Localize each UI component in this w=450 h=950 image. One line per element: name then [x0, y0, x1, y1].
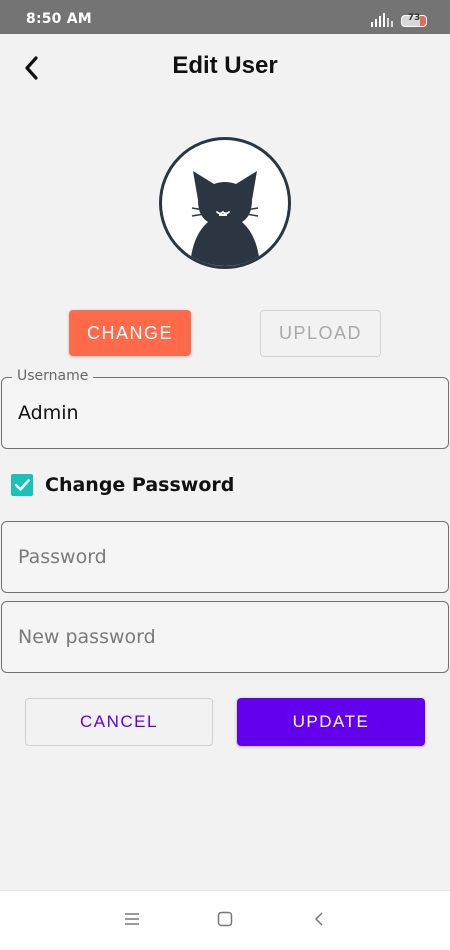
new-password-field[interactable]: New password: [1, 601, 449, 673]
page-title: Edit User: [172, 52, 278, 79]
password-placeholder: Password: [18, 546, 107, 568]
upload-photo-button[interactable]: UPLOAD: [260, 310, 381, 357]
navigation-bar: [0, 890, 450, 950]
battery-level: 73: [407, 13, 421, 23]
checkmark-icon: [14, 479, 30, 491]
username-field[interactable]: Username Admin: [1, 368, 449, 449]
username-label: Username: [12, 368, 94, 384]
avatar[interactable]: [159, 137, 291, 269]
change-password-checkbox[interactable]: [11, 474, 33, 496]
status-time: 8:50 AM: [26, 11, 92, 27]
change-photo-button[interactable]: CHANGE: [69, 310, 191, 356]
cancel-button[interactable]: CANCEL: [25, 698, 213, 746]
home-icon[interactable]: [217, 911, 233, 927]
change-password-label[interactable]: Change Password: [45, 474, 234, 496]
password-field[interactable]: Password: [1, 521, 449, 593]
status-bar: 8:50 AM 73: [0, 0, 450, 34]
cat-avatar-icon: [190, 171, 260, 266]
new-password-placeholder: New password: [18, 626, 156, 648]
battery-icon: 73: [401, 13, 427, 27]
username-value: Admin: [18, 402, 79, 424]
menu-icon[interactable]: [124, 911, 140, 927]
back-icon[interactable]: [313, 911, 325, 927]
update-button[interactable]: UPDATE: [237, 698, 425, 746]
signal-icon: [371, 13, 393, 27]
